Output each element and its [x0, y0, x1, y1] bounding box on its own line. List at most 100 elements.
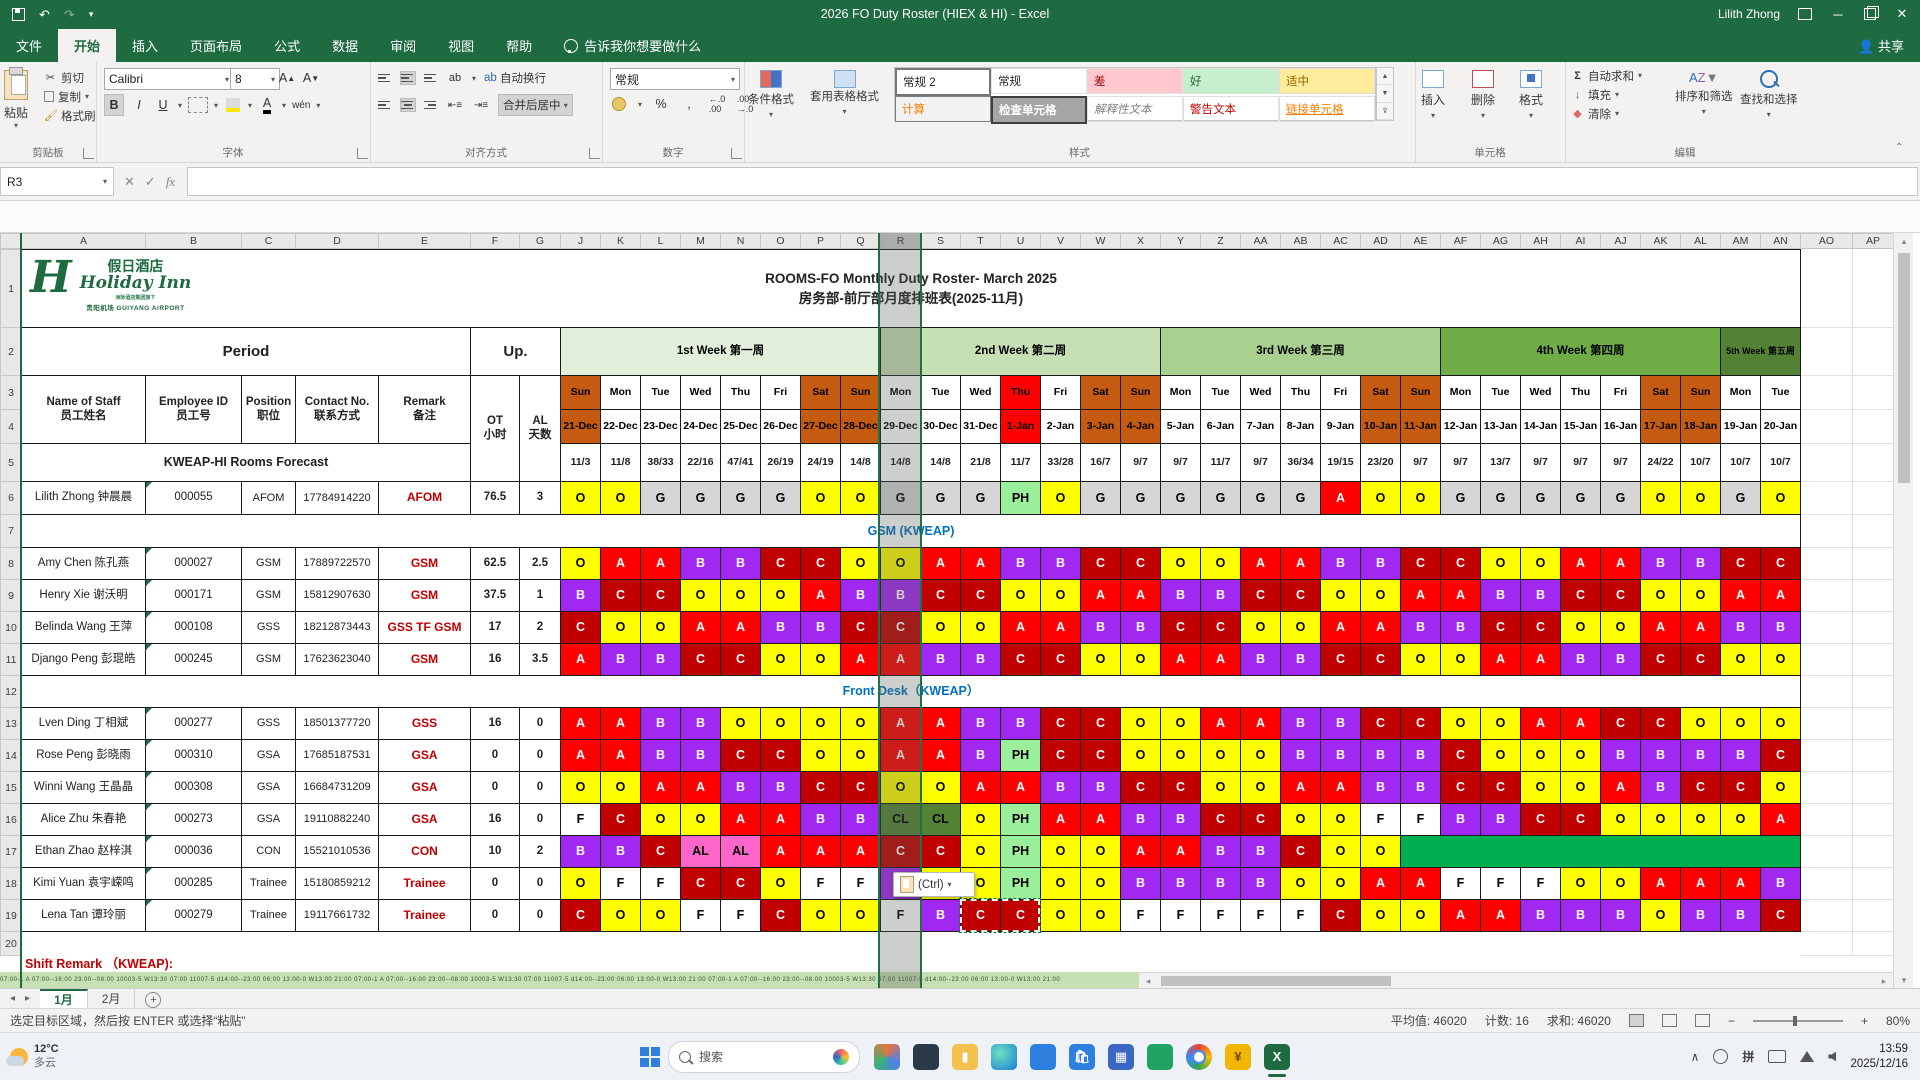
shift-cell[interactable]: F [840, 867, 881, 900]
day-name-cell[interactable]: Wed [1240, 375, 1281, 410]
shift-cell[interactable]: O [1400, 643, 1441, 676]
empty-cell[interactable] [1800, 931, 1853, 956]
staff-position-cell[interactable]: GSA [241, 803, 296, 836]
empty-cell[interactable] [1800, 739, 1853, 772]
shift-cell[interactable]: C [1680, 771, 1721, 804]
staff-ot-cell[interactable]: 0 [470, 899, 520, 932]
forecast-cell[interactable]: 9/7 [1120, 443, 1161, 482]
shift-cell[interactable]: A [640, 771, 681, 804]
forecast-cell[interactable]: 9/7 [1400, 443, 1441, 482]
shift-cell[interactable]: B [1080, 611, 1121, 644]
shift-cell[interactable]: O [1040, 481, 1081, 515]
staff-col-header-0[interactable]: Name of Staff 员工姓名 [21, 375, 146, 444]
forecast-cell[interactable]: 11/7 [1000, 443, 1041, 482]
shift-cell[interactable]: B [1480, 579, 1521, 612]
shift-cell[interactable]: O [960, 803, 1001, 836]
staff-name-cell[interactable]: Henry Xie 谢沃明 [21, 579, 146, 612]
row-header-2[interactable]: 2 [0, 327, 22, 376]
shift-cell[interactable]: B [1680, 547, 1721, 580]
staff-id-cell[interactable]: 000273 [145, 803, 242, 836]
shift-cell[interactable]: B [600, 835, 641, 868]
shift-cell[interactable]: O [760, 707, 801, 740]
shift-cell[interactable]: F [1360, 803, 1401, 836]
shift-cell[interactable]: B [920, 643, 961, 676]
al-header[interactable]: AL 天数 [519, 375, 561, 482]
shift-cell[interactable]: O [800, 707, 841, 740]
start-button[interactable] [640, 1046, 660, 1067]
row-header-17[interactable]: 17 [0, 835, 22, 868]
shift-cell[interactable]: O [1600, 611, 1641, 644]
staff-contact-cell[interactable]: 15812907630 [295, 579, 379, 612]
day-name-cell[interactable]: Mon [1440, 375, 1481, 410]
format-as-table-button[interactable]: 套用表格格式 ▾ [810, 62, 879, 116]
shift-cell[interactable]: C [960, 579, 1001, 612]
shift-cell[interactable]: C [1040, 707, 1081, 740]
user-name[interactable]: Lilith Zhong [1718, 7, 1780, 21]
col-header-P[interactable]: P [800, 233, 841, 249]
col-header-AG[interactable]: AG [1480, 233, 1521, 249]
shift-cell[interactable]: B [1360, 739, 1401, 772]
shift-cell[interactable]: A [1240, 707, 1281, 740]
alignment-launcher-icon[interactable] [589, 148, 600, 159]
shift-cell[interactable]: B [680, 739, 721, 772]
shift-cell[interactable]: A [1640, 611, 1681, 644]
shift-cell[interactable]: A [840, 835, 881, 868]
shift-cell[interactable]: A [1640, 867, 1681, 900]
staff-al-cell[interactable]: 2 [519, 611, 561, 644]
vscroll-up-icon[interactable]: ▴ [1894, 233, 1914, 249]
col-header-T[interactable]: T [960, 233, 1001, 249]
section-row-7[interactable]: GSM (KWEAP) [21, 514, 1801, 548]
shift-cell[interactable]: O [1440, 707, 1481, 740]
shift-cell[interactable]: O [640, 899, 681, 932]
shift-cell[interactable]: B [1160, 579, 1201, 612]
row-header-11[interactable]: 11 [0, 643, 22, 676]
page-layout-icon[interactable] [1661, 1014, 1677, 1027]
sheet-tab-jan[interactable]: 1月 [40, 989, 88, 1008]
shift-cell[interactable]: O [920, 771, 961, 804]
shift-cell[interactable]: B [1240, 643, 1281, 676]
date-cell[interactable]: 18-Jan [1680, 409, 1721, 444]
empty-cell[interactable] [1800, 443, 1853, 482]
shift-cell[interactable]: A [720, 803, 761, 836]
forecast-cell[interactable]: 11/3 [560, 443, 601, 482]
shift-cell[interactable]: O [1240, 771, 1281, 804]
staff-position-cell[interactable]: CON [241, 835, 296, 868]
shift-cell[interactable]: A [800, 835, 841, 868]
staff-al-cell[interactable]: 1 [519, 579, 561, 612]
empty-cell[interactable] [1800, 867, 1853, 900]
forecast-cell[interactable]: 9/7 [1600, 443, 1641, 482]
staff-name-cell[interactable]: Amy Chen 陈孔燕 [21, 547, 146, 580]
shift-cell[interactable]: O [1240, 611, 1281, 644]
shift-cell[interactable]: C [1440, 771, 1481, 804]
row-header-16[interactable]: 16 [0, 803, 22, 836]
date-cell[interactable]: 10-Jan [1360, 409, 1401, 444]
style-explanatory[interactable]: 解释性文本 [1087, 96, 1183, 122]
col-header-Q[interactable]: Q [840, 233, 881, 249]
shift-cell[interactable]: C [1320, 643, 1361, 676]
row-header-8[interactable]: 8 [0, 547, 22, 580]
staff-remark-cell[interactable]: GSM [378, 547, 471, 580]
shift-cell[interactable]: PH [1000, 739, 1041, 772]
staff-id-cell[interactable]: 000277 [145, 707, 242, 740]
shift-cell[interactable]: O [1400, 481, 1441, 515]
shift-cell[interactable]: O [1200, 739, 1241, 772]
col-header-L[interactable]: L [640, 233, 681, 249]
staff-position-cell[interactable]: GSS [241, 611, 296, 644]
shift-cell[interactable]: B [640, 707, 681, 740]
empty-cell[interactable] [1852, 375, 1894, 410]
shift-cell[interactable]: A [1000, 611, 1041, 644]
shift-cell[interactable]: A [1480, 643, 1521, 676]
shift-cell[interactable]: A [1160, 643, 1201, 676]
decrease-indent-icon[interactable]: ⇤≡ [446, 95, 464, 115]
shift-cell[interactable]: A [1480, 899, 1521, 932]
shift-cell[interactable]: B [840, 803, 881, 836]
italic-button[interactable]: I [130, 95, 148, 115]
date-cell[interactable]: 13-Jan [1480, 409, 1521, 444]
shift-cell[interactable]: A [800, 579, 841, 612]
tray-chevron-icon[interactable]: ∧ [1691, 1050, 1700, 1064]
forecast-cell[interactable]: 24/19 [800, 443, 841, 482]
shift-cell[interactable]: C [1560, 803, 1601, 836]
date-cell[interactable]: 29-Dec [880, 409, 921, 444]
shift-cell[interactable]: C [1240, 579, 1281, 612]
shift-cell[interactable]: B [1720, 611, 1761, 644]
